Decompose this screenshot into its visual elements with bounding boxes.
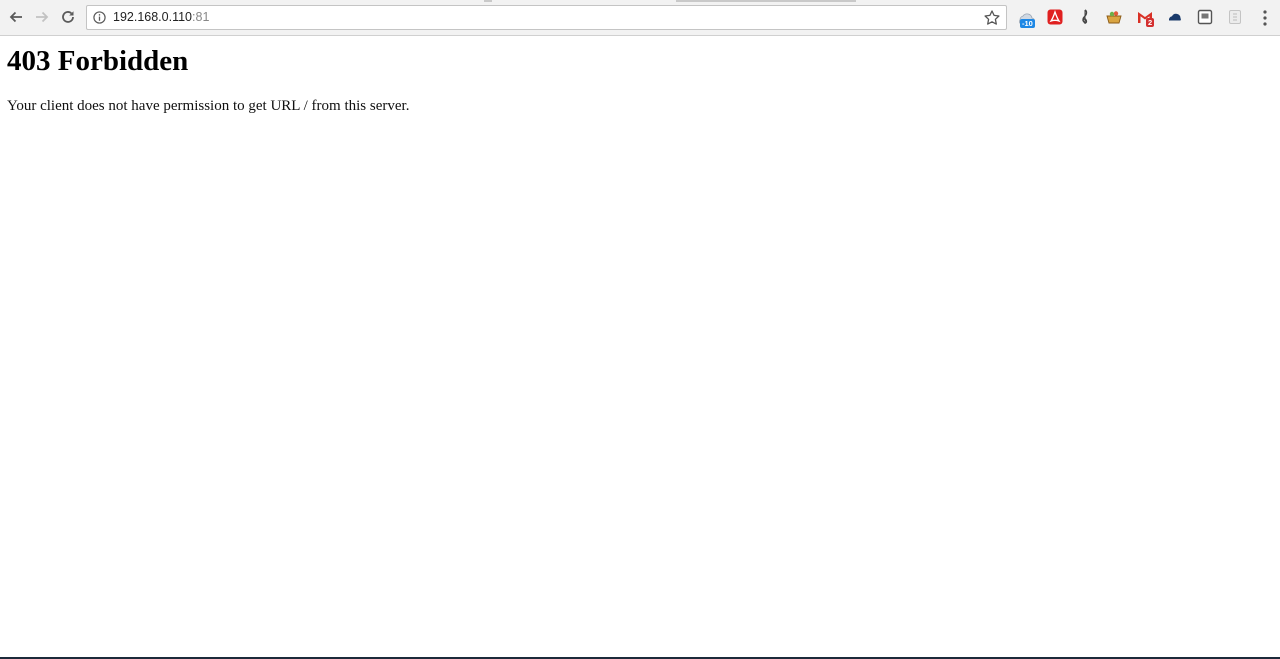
weather-extension-button[interactable]: -10 [1017,8,1035,28]
tab-edge [484,0,492,2]
url-host: 192.168.0.110 [113,10,193,24]
basket-extension-icon [1106,11,1122,24]
music-extension-icon [1082,9,1088,24]
error-message: Your client does not have permission to … [7,98,410,114]
back-button[interactable] [5,6,27,28]
info-icon[interactable] [93,11,106,24]
cloud-extension-icon [1168,13,1181,21]
music-extension-button[interactable] [1076,8,1094,26]
page-title: 403 Forbidden [7,45,189,77]
url-text[interactable]: 192.168.0.110:81 [113,10,209,24]
arrow-left-icon [9,11,22,23]
box-extension-icon [1197,9,1213,25]
page-content: 403 Forbidden Your client does not have … [7,36,1280,115]
forward-button[interactable] [31,6,53,28]
arrow-right-icon [36,11,49,23]
reload-icon [62,11,74,23]
grey-extension-icon [1229,10,1241,24]
acrobat-extension-icon [1047,9,1063,25]
gmail-extension-button[interactable]: 2 [1136,8,1155,27]
acrobat-extension-button[interactable] [1046,8,1064,26]
url-port: :81 [192,10,210,24]
tab-edge [676,0,856,2]
kebab-menu-icon [1263,10,1267,26]
basket-extension-button[interactable] [1105,8,1123,26]
grey-extension-button[interactable] [1226,8,1244,26]
bookmark-star-icon[interactable] [983,9,1001,27]
cloud-extension-button[interactable] [1166,8,1184,26]
gmail-badge: 2 [1146,18,1155,27]
weather-badge: -10 [1020,19,1035,28]
box-extension-button[interactable] [1196,8,1214,26]
browser-toolbar: 192.168.0.110:81 -10 2 [0,0,1280,36]
address-bar[interactable]: 192.168.0.110:81 [86,5,1007,30]
reload-button[interactable] [57,6,79,28]
browser-menu-button[interactable] [1256,7,1274,29]
